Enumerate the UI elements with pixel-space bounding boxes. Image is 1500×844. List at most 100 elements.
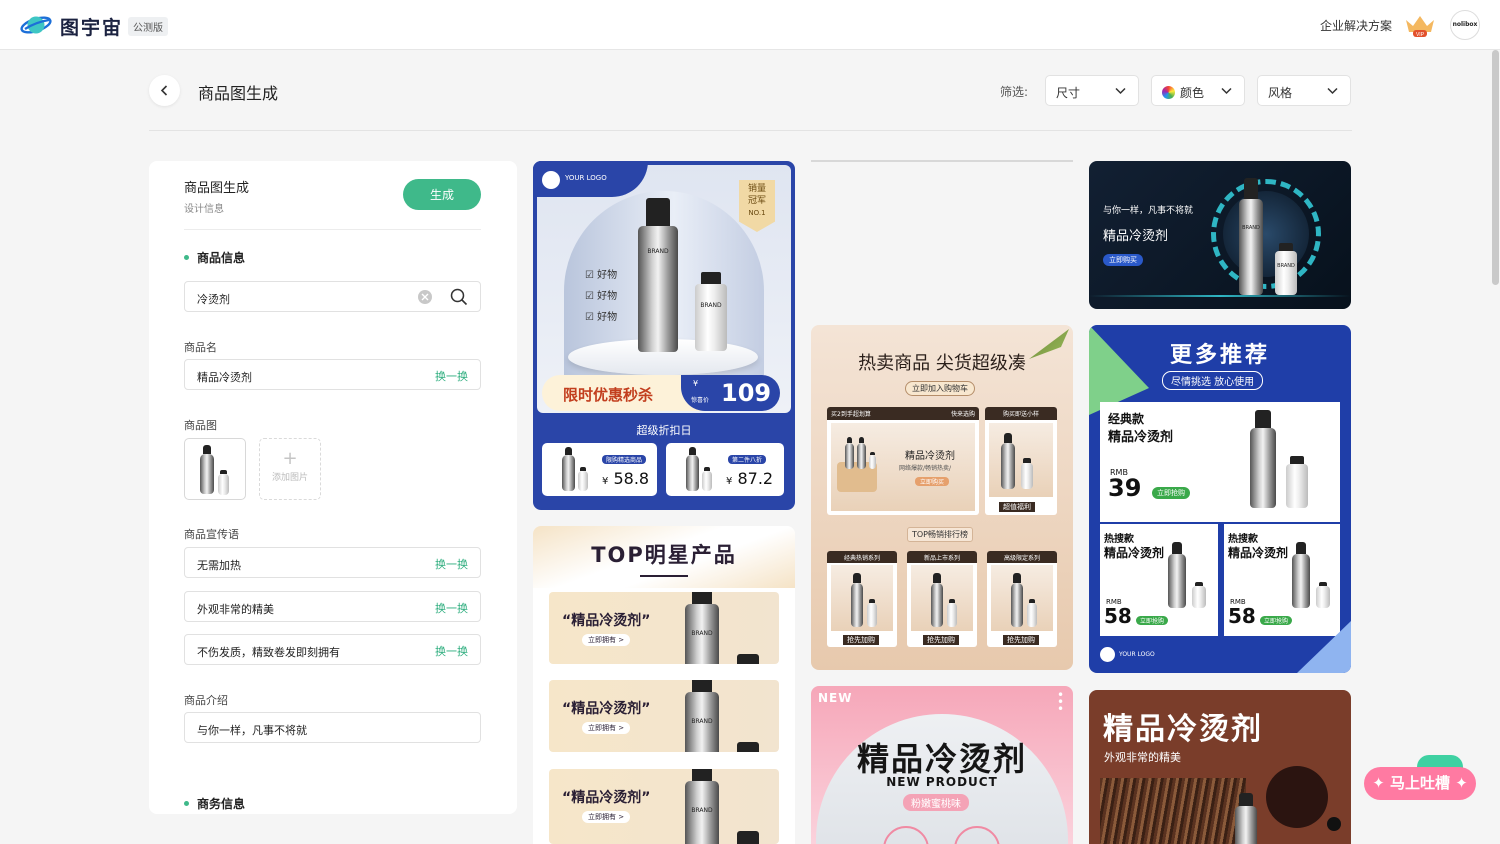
avatar[interactable]: nolibox bbox=[1450, 10, 1480, 40]
logo-icon bbox=[542, 171, 560, 189]
swap-button[interactable]: 换一换 bbox=[435, 643, 468, 659]
result-card-1[interactable]: YOUR LOGO 销量 冠军 NO.1 ☑ 好物 ☑ 好物 ☑ 好物 BRAND … bbox=[533, 161, 795, 510]
hot-product-1[interactable]: 热搜款 精品冷烫剂 RMB 58 立即抢购 bbox=[1100, 524, 1218, 636]
slogan-input-3[interactable]: 不伤发质，精致卷发即刻拥有 换一换 bbox=[184, 634, 481, 665]
enterprise-solutions-link[interactable]: 企业解决方案 bbox=[1320, 17, 1392, 34]
product-bottle bbox=[1235, 792, 1257, 844]
product-bottle: BRAND bbox=[638, 198, 678, 352]
chevron-left-icon bbox=[160, 85, 168, 96]
series-item-3[interactable]: 高级限定系列 抢先加购 bbox=[987, 551, 1057, 647]
slogan-input-1[interactable]: 无需加热 换一换 bbox=[184, 547, 481, 578]
result-card-2[interactable]: TOP明星产品 “精品冷烫剂” 立即拥有 > BRAND “精品冷烫剂” 立即拥… bbox=[533, 526, 795, 844]
card-title: 热卖商品 尖货超级凑 bbox=[858, 353, 1026, 374]
logo-text: YOUR LOGO bbox=[1119, 651, 1155, 658]
bundle-panel: 买2到手超划算 快来选购 精品冷烫剂 网络爆款/畅销热卖/ 立即购买 bbox=[827, 407, 979, 515]
card-subtitle: 尽情挑选 放心使用 bbox=[1162, 371, 1264, 390]
product-intro-label: 商品介绍 bbox=[184, 694, 228, 707]
discount-day-title: 超级折扣日 bbox=[636, 424, 692, 437]
loading-placeholder bbox=[811, 160, 1073, 162]
plus-icon: + bbox=[282, 448, 298, 469]
filter-label: 筛选: bbox=[1000, 85, 1029, 99]
slogan-input-2[interactable]: 外观非常的精美 换一换 bbox=[184, 591, 481, 622]
result-card-4[interactable]: 与你一样，凡事不将就 精品冷烫剂 立即购买 BRAND BRAND bbox=[1089, 161, 1351, 309]
tagline: 与你一样，凡事不将就 bbox=[1103, 206, 1194, 216]
divider bbox=[149, 130, 1352, 131]
divider bbox=[184, 229, 481, 230]
product-bottle: BRAND bbox=[695, 271, 727, 351]
series-item-1[interactable]: 经典热销系列 抢先加购 bbox=[827, 551, 897, 647]
product-search-input[interactable]: 冷烫剂 bbox=[184, 281, 481, 312]
featured-product[interactable]: 经典款 精品冷烫剂 RMB 39 立即抢购 bbox=[1100, 402, 1340, 522]
form-panel: 商品图生成 设计信息 生成 商品信息 冷烫剂 商品名 精品冷烫剂 换一换 商品图… bbox=[149, 161, 517, 814]
result-card-5[interactable]: 更多推荐 尽情挑选 放心使用 经典款 精品冷烫剂 RMB 39 立即抢购 热搜款… bbox=[1089, 325, 1351, 673]
section-product-info: 商品信息 bbox=[184, 249, 245, 266]
chevron-down-icon bbox=[1221, 87, 1232, 95]
card-title: 精品冷烫剂 bbox=[856, 740, 1027, 778]
form-title: 商品图生成 bbox=[184, 181, 250, 196]
card-subtitle: 外观非常的精美 bbox=[1104, 751, 1181, 764]
color-wheel-icon bbox=[1162, 86, 1175, 99]
brand-name[interactable]: 图宇宙 bbox=[60, 13, 123, 40]
swap-button[interactable]: 换一换 bbox=[435, 600, 468, 616]
section-business-info: 商务信息 bbox=[184, 795, 245, 812]
buy-now-button[interactable]: 立即购买 bbox=[1103, 254, 1143, 266]
product-row-1[interactable]: “精品冷烫剂” 立即拥有 > BRAND bbox=[549, 592, 779, 664]
product-intro-input[interactable]: 与你一样，凡事不将就 bbox=[184, 712, 481, 743]
card-title: TOP明星产品 bbox=[591, 543, 737, 567]
planet-logo-icon[interactable] bbox=[20, 12, 52, 38]
clear-icon[interactable] bbox=[418, 290, 432, 304]
product-bottle: BRAND bbox=[1275, 243, 1297, 295]
page-title: 商品图生成 bbox=[198, 84, 279, 103]
product-image-thumbnail[interactable] bbox=[184, 438, 246, 500]
logo-text: YOUR LOGO bbox=[565, 174, 607, 182]
new-label: NEW bbox=[818, 691, 853, 705]
product-row-2[interactable]: “精品冷烫剂” 立即拥有 > BRAND bbox=[549, 680, 779, 752]
swap-button[interactable]: 换一换 bbox=[435, 368, 468, 384]
swap-button[interactable]: 换一换 bbox=[435, 556, 468, 572]
page-scrollbar[interactable] bbox=[1492, 50, 1499, 285]
card-title: 更多推荐 bbox=[1169, 343, 1270, 368]
add-image-button[interactable]: + 添加图片 bbox=[259, 438, 321, 500]
logo-icon bbox=[1100, 647, 1115, 662]
product-name-label: 商品名 bbox=[184, 341, 217, 354]
product-name-input[interactable]: 精品冷烫剂 换一换 bbox=[184, 359, 481, 390]
product-row-3[interactable]: “精品冷烫剂” 立即拥有 > BRAND bbox=[549, 769, 779, 844]
hair-photo bbox=[1100, 778, 1246, 844]
result-card-3[interactable]: 热卖商品 尖货超级凑 立即加入购物车 买2到手超划算 快来选购 精品冷烫剂 网络爆… bbox=[811, 325, 1073, 670]
card-title: 精品冷烫剂 bbox=[1103, 712, 1263, 747]
product-name: 精品冷烫剂 bbox=[1103, 229, 1169, 244]
svg-text:VIP: VIP bbox=[1416, 32, 1425, 38]
feedback-button[interactable]: ✦ 马上吐槽 ✦ bbox=[1364, 767, 1476, 800]
style-filter-select[interactable]: 风格 bbox=[1257, 75, 1351, 106]
beta-tag: 公测版 bbox=[128, 17, 168, 36]
add-to-cart-tag: 立即加入购物车 bbox=[905, 381, 975, 396]
bestseller-rank-tag: TOP畅销排行榜 bbox=[907, 527, 974, 542]
top-bar: 图宇宙 公测版 企业解决方案 VIP nolibox bbox=[0, 0, 1500, 50]
size-filter-select[interactable]: 尺寸 bbox=[1045, 75, 1139, 106]
card-subtitle: NEW PRODUCT bbox=[886, 775, 998, 789]
result-card-7[interactable]: 精品冷烫剂 外观非常的精美 bbox=[1089, 690, 1351, 844]
slogan-label: 商品宣传语 bbox=[184, 528, 239, 541]
color-filter-select[interactable]: 颜色 bbox=[1151, 75, 1245, 106]
flavor-tag: 粉嫩蜜桃味 bbox=[903, 794, 969, 811]
deal-item-2[interactable]: 第二件八折 ¥ 87.2 bbox=[666, 443, 784, 496]
chevron-down-icon bbox=[1327, 87, 1338, 95]
product-image-label: 商品图 bbox=[184, 419, 217, 432]
form-subtitle: 设计信息 bbox=[184, 204, 224, 215]
hot-product-2[interactable]: 热搜款 精品冷烫剂 RMB 58 立即抢购 bbox=[1224, 524, 1340, 636]
feature-checklist: ☑ 好物 ☑ 好物 ☑ 好物 bbox=[585, 270, 618, 323]
result-card-6[interactable]: NEW • • • 精品冷烫剂 NEW PRODUCT 粉嫩蜜桃味 bbox=[811, 686, 1073, 844]
sales-badge: 销量 冠军 NO.1 bbox=[739, 180, 775, 232]
chevron-down-icon bbox=[1115, 87, 1126, 95]
product-bottle bbox=[218, 470, 229, 495]
deal-item-1[interactable]: 限购精选商品 ¥ 58.8 bbox=[542, 443, 657, 496]
gift-panel: 购买即送小样 超值福利 bbox=[985, 407, 1057, 515]
vip-crown-icon[interactable]: VIP bbox=[1404, 12, 1436, 38]
search-icon[interactable] bbox=[450, 288, 468, 306]
price-pill: ¥ 惊喜价 109 bbox=[681, 375, 780, 411]
back-button[interactable] bbox=[149, 75, 180, 106]
more-menu-icon[interactable]: • • • bbox=[1057, 689, 1064, 715]
series-item-2[interactable]: 新品上市系列 抢先加购 bbox=[907, 551, 977, 647]
product-bottle bbox=[200, 445, 214, 494]
generate-button[interactable]: 生成 bbox=[403, 179, 481, 210]
